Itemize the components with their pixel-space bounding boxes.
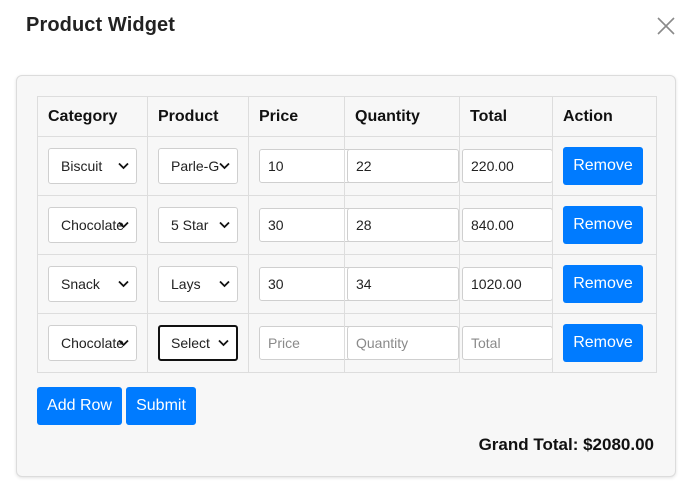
product-select[interactable]: Parle-G	[158, 148, 238, 184]
category-select[interactable]: Biscuit	[48, 148, 137, 184]
category-select[interactable]: Chocolate	[48, 325, 137, 361]
quantity-input[interactable]: 22	[347, 149, 459, 183]
price-input[interactable]: 10	[259, 149, 352, 183]
page-title: Product Widget	[26, 14, 175, 36]
total-input[interactable]: 1020.00	[462, 267, 553, 301]
column-header-category: Category	[37, 96, 148, 137]
chevron-down-icon	[118, 162, 129, 170]
close-icon	[657, 17, 675, 35]
grand-total: Grand Total: $2080.00	[478, 435, 654, 454]
product-widget-card: Category Product Price Quantity Total Ac…	[16, 75, 676, 477]
category-select[interactable]: Snack	[48, 266, 137, 302]
price-input[interactable]: 30	[259, 208, 352, 242]
chevron-down-icon	[218, 339, 229, 347]
product-table: Category Product Price Quantity Total Ac…	[37, 96, 657, 373]
total-input[interactable]: 840.00	[462, 208, 553, 242]
product-select[interactable]: Lays	[158, 266, 238, 302]
quantity-input[interactable]: 28	[347, 208, 459, 242]
table-row: Snack Lays 30 34 1020.00 Remove	[37, 254, 657, 314]
chevron-down-icon	[118, 339, 129, 347]
table-row: Biscuit Parle-G 10 22 220.00 Remove	[37, 136, 657, 196]
price-input[interactable]: 30	[259, 267, 352, 301]
category-select[interactable]: Chocolate	[48, 207, 137, 243]
submit-button[interactable]: Submit	[126, 387, 196, 425]
chevron-down-icon	[219, 280, 230, 288]
column-header-quantity: Quantity	[344, 96, 460, 137]
remove-button[interactable]: Remove	[563, 324, 643, 362]
remove-button[interactable]: Remove	[563, 206, 643, 244]
close-button[interactable]	[654, 14, 678, 38]
chevron-down-icon	[219, 221, 230, 229]
price-input[interactable]: Price	[259, 326, 352, 360]
add-row-button[interactable]: Add Row	[37, 387, 122, 425]
table-row: Chocolate Select Price Quantity Total Re…	[37, 313, 657, 373]
column-header-price: Price	[248, 96, 345, 137]
remove-button[interactable]: Remove	[563, 265, 643, 303]
total-input[interactable]: 220.00	[462, 149, 553, 183]
quantity-input[interactable]: 34	[347, 267, 459, 301]
product-select[interactable]: Select	[158, 325, 238, 361]
table-row: Chocolate 5 Star 30 28 840.00 Remove	[37, 195, 657, 255]
chevron-down-icon	[219, 162, 230, 170]
remove-button[interactable]: Remove	[563, 147, 643, 185]
chevron-down-icon	[118, 280, 129, 288]
total-input[interactable]: Total	[462, 326, 553, 360]
chevron-down-icon	[118, 221, 129, 229]
quantity-input[interactable]: Quantity	[347, 326, 459, 360]
table-header-row: Category Product Price Quantity Total Ac…	[37, 96, 657, 137]
column-header-action: Action	[552, 96, 657, 137]
column-header-total: Total	[459, 96, 553, 137]
product-select[interactable]: 5 Star	[158, 207, 238, 243]
column-header-product: Product	[147, 96, 249, 137]
